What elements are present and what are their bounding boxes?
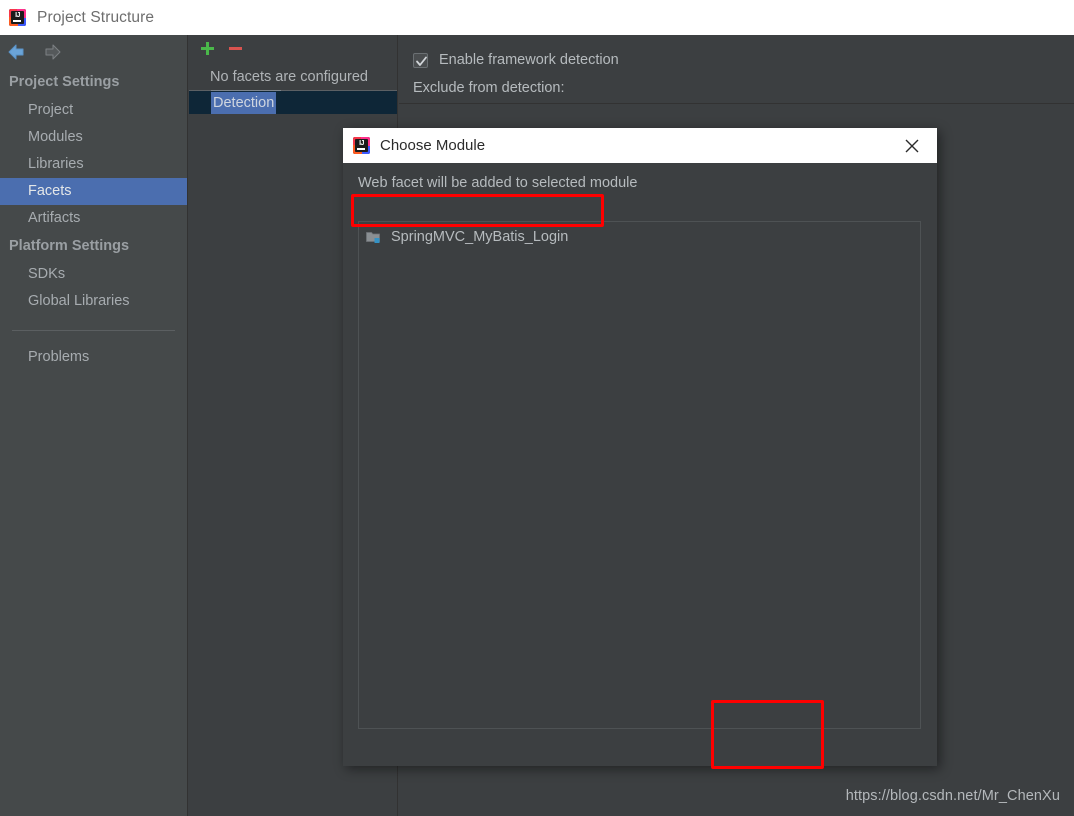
sidebar-item-global-libraries[interactable]: Global Libraries: [0, 288, 187, 315]
arrow-left-icon[interactable]: [6, 41, 28, 63]
sidebar-navigation: [0, 35, 187, 68]
sidebar-item-artifacts[interactable]: Artifacts: [0, 205, 187, 232]
sidebar-item-modules[interactable]: Modules: [0, 124, 187, 151]
sidebar-group-platform-settings: Platform Settings: [9, 238, 130, 254]
dialog-body: Web facet will be added to selected modu…: [343, 163, 937, 766]
sidebar-item-sdks[interactable]: SDKs: [0, 261, 187, 288]
choose-module-dialog: IJ Choose Module Web facet will be added…: [343, 128, 937, 766]
sidebar-item-problems[interactable]: Problems: [0, 344, 187, 371]
dialog-title-bar: IJ Choose Module: [343, 128, 937, 163]
module-folder-icon: [366, 230, 382, 244]
enable-framework-detection-row[interactable]: Enable framework detection: [413, 52, 1074, 68]
sidebar-item-libraries[interactable]: Libraries: [0, 151, 187, 178]
tree-node-tick: [211, 90, 281, 91]
facets-tree-node-label: Detection: [211, 92, 277, 114]
dialog-title: Choose Module: [380, 137, 486, 154]
list-item[interactable]: SpringMVC_MyBatis_Login: [359, 224, 920, 250]
exclude-from-detection-label: Exclude from detection:: [413, 80, 565, 96]
module-name: SpringMVC_MyBatis_Login: [391, 229, 569, 245]
minus-icon[interactable]: [227, 40, 244, 57]
sidebar-divider: [12, 330, 175, 331]
watermark-text: https://blog.csdn.net/Mr_ChenXu: [845, 788, 1060, 804]
sidebar-group-project-settings: Project Settings: [9, 74, 120, 90]
module-list[interactable]: SpringMVC_MyBatis_Login: [358, 221, 921, 729]
dialog-button-bar: OK Cancel: [343, 741, 937, 766]
settings-sidebar: Project Settings Project Modules Librari…: [0, 35, 188, 816]
facets-empty-message: No facets are configured: [210, 69, 368, 85]
window-title-bar: IJ Project Structure: [0, 0, 1074, 35]
facets-toolbar: [189, 35, 397, 61]
facets-tree-node-detection[interactable]: Detection: [189, 90, 397, 114]
enable-framework-detection-label: Enable framework detection: [439, 52, 619, 68]
dialog-hint-text: Web facet will be added to selected modu…: [358, 175, 638, 191]
sidebar-item-project[interactable]: Project: [0, 97, 187, 124]
enable-framework-detection-checkbox[interactable]: [413, 52, 428, 68]
intellij-idea-icon: IJ: [9, 9, 26, 26]
detection-panel-divider: [399, 103, 1074, 104]
close-icon[interactable]: [903, 137, 921, 155]
window-title: Project Structure: [37, 8, 155, 26]
intellij-idea-icon: IJ: [353, 137, 370, 154]
project-structure-window: IJ Project Structure Project Settings Pr…: [0, 0, 1074, 816]
sidebar-item-facets[interactable]: Facets: [0, 178, 187, 205]
arrow-right-icon[interactable]: [41, 41, 63, 63]
plus-icon[interactable]: [199, 40, 216, 57]
